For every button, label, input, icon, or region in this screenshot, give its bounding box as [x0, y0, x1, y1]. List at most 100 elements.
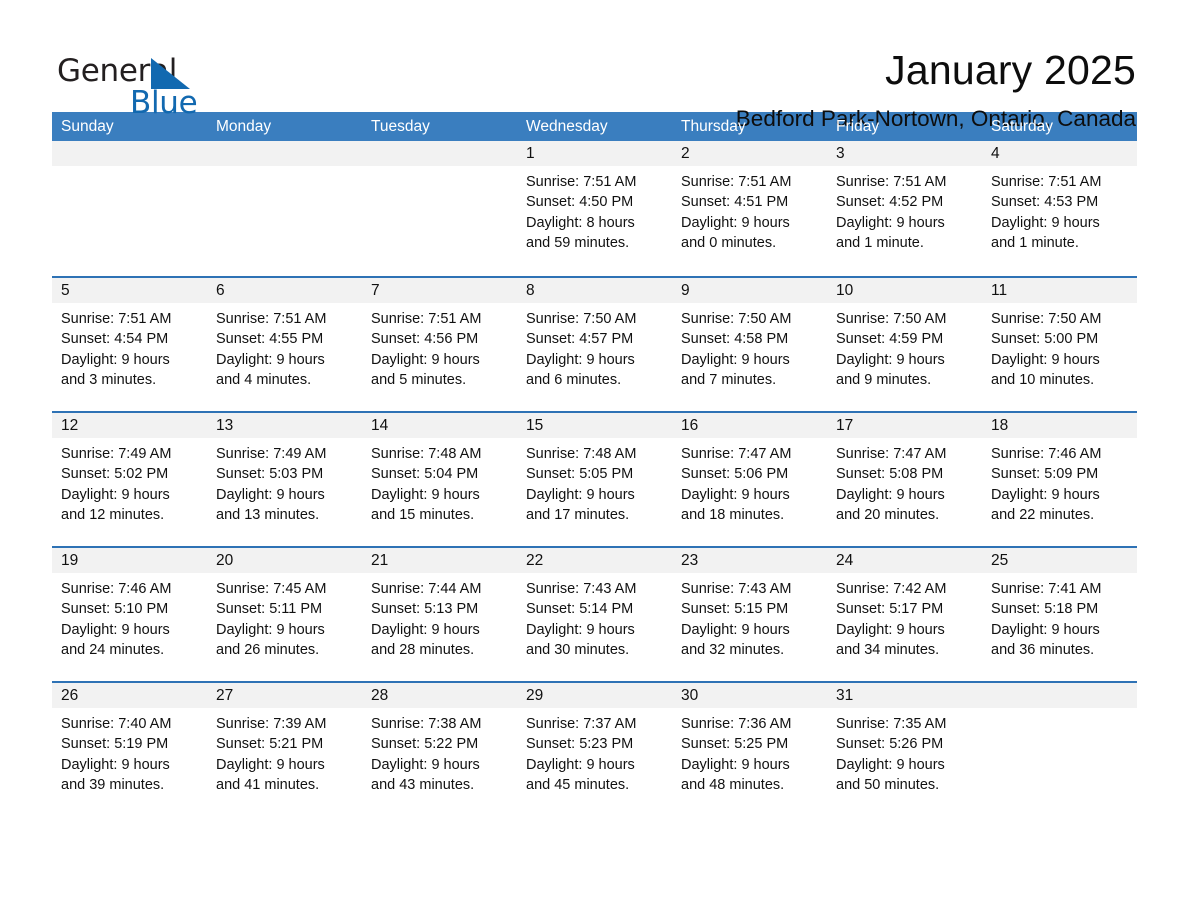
day-cell[interactable]: 30 Sunrise: 7:36 AM Sunset: 5:25 PM Dayligh…: [672, 683, 827, 816]
daylight-text-line2: and 4 minutes.: [216, 372, 312, 389]
day-details: Sunrise: 7:51 AM Sunset: 4:50 PM Daylight:…: [517, 166, 672, 254]
sunset-text: Sunset: 5:13 PM: [371, 601, 479, 618]
day-cell[interactable]: 1 Sunrise: 7:51 AM Sunset: 4:50 PM Daylight…: [517, 141, 672, 276]
daylight-text-line1: Daylight: 9 hours: [836, 486, 945, 503]
daylight-text-line2: and 30 minutes.: [526, 642, 630, 659]
daylight-text-line1: Daylight: 9 hours: [836, 214, 945, 231]
sunset-text: Sunset: 4:59 PM: [836, 331, 944, 348]
daylight-text-line2: and 22 minutes.: [991, 507, 1095, 524]
day-cell[interactable]: 14 Sunrise: 7:48 AM Sunset: 5:04 PM Dayligh…: [362, 413, 517, 546]
day-cell[interactable]: 13 Sunrise: 7:49 AM Sunset: 5:03 PM Dayligh…: [207, 413, 362, 546]
day-cell[interactable]: 8 Sunrise: 7:50 AM Sunset: 4:57 PM Daylight…: [517, 278, 672, 411]
sunset-text: Sunset: 5:10 PM: [61, 601, 169, 618]
sunrise-text: Sunrise: 7:44 AM: [371, 581, 482, 597]
sunset-text: Sunset: 5:02 PM: [61, 466, 169, 483]
day-cell[interactable]: 26 Sunrise: 7:40 AM Sunset: 5:19 PM Dayligh…: [52, 683, 207, 816]
daylight-text-line2: and 41 minutes.: [216, 777, 320, 794]
sunset-text: Sunset: 5:09 PM: [991, 466, 1099, 483]
day-cell[interactable]: 15 Sunrise: 7:48 AM Sunset: 5:05 PM Dayligh…: [517, 413, 672, 546]
daylight-text-line1: Daylight: 9 hours: [526, 621, 635, 638]
daylight-text-line1: Daylight: 9 hours: [371, 486, 480, 503]
weekday-header-thursday: Thursday: [681, 118, 746, 135]
day-cell[interactable]: 22 Sunrise: 7:43 AM Sunset: 5:14 PM Dayligh…: [517, 548, 672, 681]
sunset-text: Sunset: 5:08 PM: [836, 466, 944, 483]
day-cell[interactable]: 18 Sunrise: 7:46 AM Sunset: 5:09 PM Dayligh…: [982, 413, 1137, 546]
sunset-text: Sunset: 4:56 PM: [371, 331, 479, 348]
day-cell[interactable]: 23 Sunrise: 7:43 AM Sunset: 5:15 PM Dayligh…: [672, 548, 827, 681]
day-cell[interactable]: 16 Sunrise: 7:47 AM Sunset: 5:06 PM Dayligh…: [672, 413, 827, 546]
calendar-page: General Blue January 2025 Bedford Park-N…: [0, 0, 1188, 918]
daylight-text-line1: Daylight: 9 hours: [371, 351, 480, 368]
day-details: Sunrise: 7:46 AM Sunset: 5:10 PM Daylight:…: [52, 573, 207, 661]
day-cell[interactable]: 24 Sunrise: 7:42 AM Sunset: 5:17 PM Dayligh…: [827, 548, 982, 681]
day-cell[interactable]: 17 Sunrise: 7:47 AM Sunset: 5:08 PM Dayligh…: [827, 413, 982, 546]
day-cell[interactable]: 21 Sunrise: 7:44 AM Sunset: 5:13 PM Dayligh…: [362, 548, 517, 681]
day-details: Sunrise: 7:51 AM Sunset: 4:51 PM Daylight:…: [672, 166, 827, 254]
calendar-week-row: 1 Sunrise: 7:51 AM Sunset: 4:50 PM Daylight…: [52, 141, 1137, 276]
calendar-weeks: 1 Sunrise: 7:51 AM Sunset: 4:50 PM Daylight…: [52, 141, 1137, 816]
sunset-text: Sunset: 4:54 PM: [61, 331, 169, 348]
calendar-week-row: 12 Sunrise: 7:49 AM Sunset: 5:02 PM Dayligh…: [52, 411, 1137, 546]
daylight-text-line1: Daylight: 9 hours: [836, 621, 945, 638]
day-cell[interactable]: 11 Sunrise: 7:50 AM Sunset: 5:00 PM Dayligh…: [982, 278, 1137, 411]
day-cell[interactable]: 20 Sunrise: 7:45 AM Sunset: 5:11 PM Dayligh…: [207, 548, 362, 681]
daylight-text-line2: and 26 minutes.: [216, 642, 320, 659]
sunset-text: Sunset: 5:15 PM: [681, 601, 789, 618]
day-cell-empty: [362, 141, 517, 276]
daylight-text-line1: Daylight: 9 hours: [991, 486, 1100, 503]
day-number: 21: [362, 548, 517, 573]
daylight-text-line2: and 39 minutes.: [61, 777, 165, 794]
sunrise-text: Sunrise: 7:51 AM: [216, 311, 327, 327]
sunset-text: Sunset: 4:57 PM: [526, 331, 634, 348]
day-cell[interactable]: 12 Sunrise: 7:49 AM Sunset: 5:02 PM Dayligh…: [52, 413, 207, 546]
day-number: [362, 141, 517, 166]
daylight-text-line2: and 3 minutes.: [61, 372, 157, 389]
daylight-text-line1: Daylight: 9 hours: [681, 214, 790, 231]
day-cell[interactable]: 6 Sunrise: 7:51 AM Sunset: 4:55 PM Daylight…: [207, 278, 362, 411]
daylight-text-line1: Daylight: 9 hours: [371, 756, 480, 773]
day-number: 30: [672, 683, 827, 708]
day-cell[interactable]: 31 Sunrise: 7:35 AM Sunset: 5:26 PM Dayligh…: [827, 683, 982, 816]
daylight-text-line2: and 10 minutes.: [991, 372, 1095, 389]
sunrise-text: Sunrise: 7:50 AM: [681, 311, 792, 327]
day-cell[interactable]: 2 Sunrise: 7:51 AM Sunset: 4:51 PM Daylight…: [672, 141, 827, 276]
calendar-table: Sunday Monday Tuesday Wednesday Thursday…: [52, 112, 1137, 816]
sunrise-text: Sunrise: 7:43 AM: [526, 581, 637, 597]
day-cell[interactable]: 3 Sunrise: 7:51 AM Sunset: 4:52 PM Daylight…: [827, 141, 982, 276]
day-cell[interactable]: 19 Sunrise: 7:46 AM Sunset: 5:10 PM Dayligh…: [52, 548, 207, 681]
brand-logo[interactable]: General Blue: [57, 48, 257, 124]
day-cell[interactable]: 5 Sunrise: 7:51 AM Sunset: 4:54 PM Daylight…: [52, 278, 207, 411]
day-number: 2: [672, 141, 827, 166]
weekday-header-saturday: Saturday: [991, 118, 1054, 135]
sunset-text: Sunset: 5:25 PM: [681, 736, 789, 753]
day-details: Sunrise: 7:45 AM Sunset: 5:11 PM Daylight:…: [207, 573, 362, 661]
day-cell[interactable]: 9 Sunrise: 7:50 AM Sunset: 4:58 PM Daylight…: [672, 278, 827, 411]
day-details: Sunrise: 7:51 AM Sunset: 4:53 PM Daylight:…: [982, 166, 1137, 254]
daylight-text-line1: Daylight: 9 hours: [836, 756, 945, 773]
day-number: 31: [827, 683, 982, 708]
day-details: Sunrise: 7:40 AM Sunset: 5:19 PM Daylight:…: [52, 708, 207, 796]
sunrise-text: Sunrise: 7:38 AM: [371, 716, 482, 732]
sunset-text: Sunset: 5:26 PM: [836, 736, 944, 753]
day-details: Sunrise: 7:51 AM Sunset: 4:55 PM Daylight:…: [207, 303, 362, 391]
day-cell[interactable]: 27 Sunrise: 7:39 AM Sunset: 5:21 PM Dayligh…: [207, 683, 362, 816]
day-number: [52, 141, 207, 166]
day-cell[interactable]: 7 Sunrise: 7:51 AM Sunset: 4:56 PM Daylight…: [362, 278, 517, 411]
sunrise-text: Sunrise: 7:41 AM: [991, 581, 1102, 597]
day-number: 12: [52, 413, 207, 438]
day-details: Sunrise: 7:51 AM Sunset: 4:52 PM Daylight:…: [827, 166, 982, 254]
day-cell[interactable]: 4 Sunrise: 7:51 AM Sunset: 4:53 PM Daylight…: [982, 141, 1137, 276]
day-cell[interactable]: 25 Sunrise: 7:41 AM Sunset: 5:18 PM Dayligh…: [982, 548, 1137, 681]
day-number: [207, 141, 362, 166]
sunrise-text: Sunrise: 7:39 AM: [216, 716, 327, 732]
sunset-text: Sunset: 5:14 PM: [526, 601, 634, 618]
day-cell[interactable]: 10 Sunrise: 7:50 AM Sunset: 4:59 PM Dayligh…: [827, 278, 982, 411]
daylight-text-line2: and 7 minutes.: [681, 372, 777, 389]
daylight-text-line2: and 1 minute.: [836, 235, 924, 252]
day-cell[interactable]: 29 Sunrise: 7:37 AM Sunset: 5:23 PM Dayligh…: [517, 683, 672, 816]
brand-blue-text: Blue: [130, 85, 198, 121]
daylight-text-line1: Daylight: 9 hours: [61, 756, 170, 773]
day-cell[interactable]: 28 Sunrise: 7:38 AM Sunset: 5:22 PM Dayligh…: [362, 683, 517, 816]
day-details: Sunrise: 7:43 AM Sunset: 5:15 PM Daylight:…: [672, 573, 827, 661]
day-number: 14: [362, 413, 517, 438]
